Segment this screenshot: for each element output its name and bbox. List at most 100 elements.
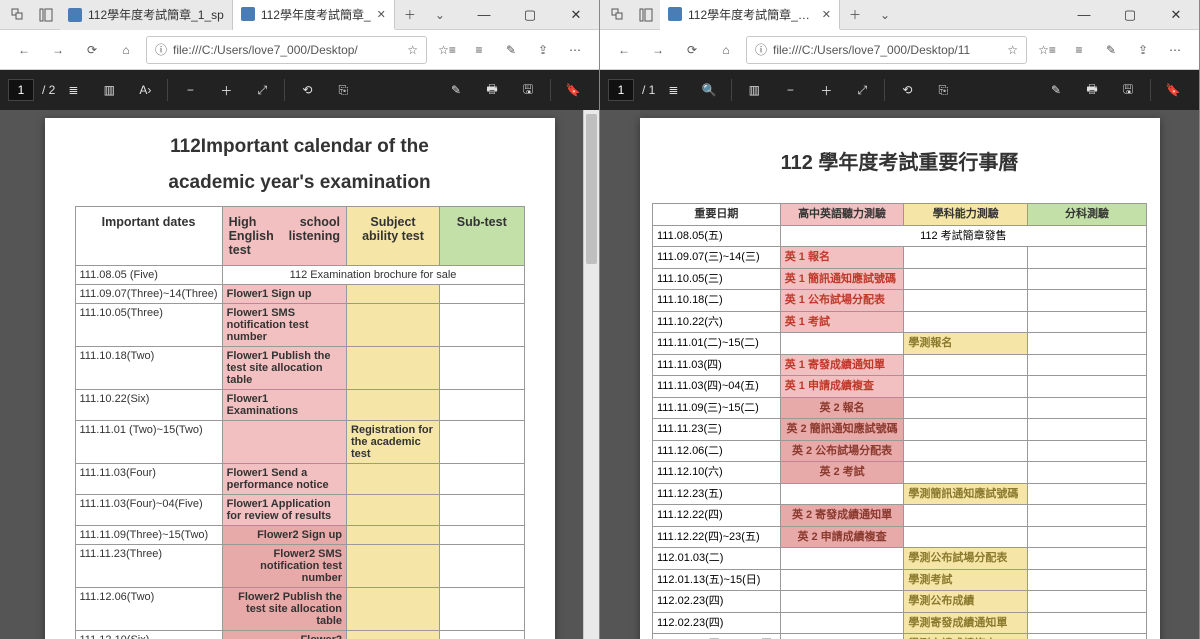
maximize-button[interactable]: ▢ — [1107, 0, 1153, 30]
address-field[interactable]: ⓘ file:///C:/Users/love7_000/Desktop/11 … — [746, 36, 1027, 64]
page-view-icon[interactable]: ⎘ — [325, 72, 361, 108]
reading-list-icon[interactable]: ≡ — [465, 36, 493, 64]
scrollbar[interactable] — [583, 110, 599, 639]
set-aside-icon[interactable] — [632, 1, 660, 29]
back-button[interactable]: ← — [10, 36, 38, 64]
set-aside-icon[interactable] — [32, 1, 60, 29]
fit-page-icon[interactable]: ⤢ — [844, 72, 880, 108]
more-icon[interactable]: ⋯ — [561, 36, 589, 64]
bookmark-icon[interactable]: 🔖 — [555, 72, 591, 108]
th-subtest: Sub-test — [439, 207, 524, 266]
rotate-icon[interactable]: ⟲ — [289, 72, 325, 108]
table-row: 111.11.09(三)~15(二)英 2 報名 — [653, 397, 1147, 419]
th-date: Important dates — [75, 207, 222, 266]
new-tab-button[interactable]: ＋ — [395, 0, 425, 30]
refresh-button[interactable]: ⟳ — [78, 36, 106, 64]
titlebar: 112學年度考試簡章_2_s ✕ ＋ ⌄ — ▢ ✕ — [600, 0, 1199, 30]
notes-icon[interactable]: ✎ — [497, 36, 525, 64]
layout-icon[interactable]: ▥ — [736, 72, 772, 108]
close-tab-icon[interactable]: ✕ — [377, 8, 386, 21]
favorite-icon[interactable]: ☆ — [1007, 43, 1018, 57]
forward-button[interactable]: → — [44, 36, 72, 64]
notes-tool-icon[interactable]: ✎ — [1038, 72, 1074, 108]
reading-list-icon[interactable]: ≡ — [1065, 36, 1093, 64]
minimize-button[interactable]: — — [461, 0, 507, 30]
table-row: 111.08.05(五)112 考試簡章發售 — [653, 225, 1147, 247]
tab-active[interactable]: 112學年度考試簡章_2_s ✕ — [660, 0, 840, 30]
toc-icon[interactable]: ≣ — [655, 72, 691, 108]
tab-inactive[interactable]: 112學年度考試簡章_1_sp — [60, 0, 233, 30]
table-row: 111.12.22(四)英 2 寄發成績通知單 — [653, 505, 1147, 527]
favicon-icon — [668, 7, 682, 21]
address-bar: ← → ⟳ ⌂ ⓘ file:///C:/Users/love7_000/Des… — [600, 30, 1199, 70]
fit-page-icon[interactable]: ⤢ — [244, 72, 280, 108]
th-subtest: 分科測驗 — [1028, 204, 1147, 226]
table-row: 111.08.05 (Five) 112 Examination brochur… — [75, 266, 524, 285]
zoom-out-icon[interactable]: − — [772, 72, 808, 108]
refresh-button[interactable]: ⟳ — [678, 36, 706, 64]
zoom-in-icon[interactable]: ＋ — [808, 72, 844, 108]
close-window-button[interactable]: ✕ — [553, 0, 599, 30]
more-icon[interactable]: ⋯ — [1161, 36, 1189, 64]
table-row: 111.11.03(四)~04(五)英 1 申請成績複查 — [653, 376, 1147, 398]
back-button[interactable]: ← — [610, 36, 638, 64]
window-left: 112學年度考試簡章_1_sp 112學年度考試簡章_ ✕ ＋ ⌄ — ▢ ✕ … — [0, 0, 600, 639]
table-row: 111.11.03(Four)Flower1 Send a performanc… — [75, 464, 524, 495]
save-icon[interactable]: 🖫 — [510, 72, 546, 108]
tabs-overview-icon[interactable] — [604, 1, 632, 29]
favorites-icon[interactable]: ☆≡ — [433, 36, 461, 64]
read-aloud-icon[interactable]: A› — [127, 72, 163, 108]
zoom-in-icon[interactable]: ＋ — [208, 72, 244, 108]
favorite-icon[interactable]: ☆ — [407, 43, 418, 57]
print-icon[interactable]: 🖶 — [474, 72, 510, 108]
tabs-chevron-icon[interactable]: ⌄ — [870, 0, 900, 30]
tabs-overview-icon[interactable] — [4, 1, 32, 29]
tabs-chevron-icon[interactable]: ⌄ — [425, 0, 455, 30]
home-button[interactable]: ⌂ — [712, 36, 740, 64]
table-row: 112.02.23(四)學測寄發成績通知單 — [653, 612, 1147, 634]
notes-tool-icon[interactable]: ✎ — [438, 72, 474, 108]
new-tab-button[interactable]: ＋ — [840, 0, 870, 30]
table-row: 111.11.23(三)英 2 簡訊通知應試號碼 — [653, 419, 1147, 441]
page-number-input[interactable]: 1 — [8, 79, 34, 101]
toc-icon[interactable]: ≣ — [55, 72, 91, 108]
page-total: / 2 — [42, 83, 55, 97]
notes-icon[interactable]: ✎ — [1097, 36, 1125, 64]
rotate-icon[interactable]: ⟲ — [889, 72, 925, 108]
tab-active[interactable]: 112學年度考試簡章_ ✕ — [233, 0, 395, 30]
table-row: 111.09.07(三)~14(三)英 1 報名 — [653, 247, 1147, 269]
table-row: 111.11.23(Three)Flower2 SMS notification… — [75, 545, 524, 588]
info-icon: ⓘ — [155, 41, 167, 58]
pdf-viewer[interactable]: 112 學年度考試重要行事曆 重要日期 高中英語聽力測驗 學科能力測驗 分科測驗… — [600, 110, 1199, 639]
layout-icon[interactable]: ▥ — [91, 72, 127, 108]
pdf-page: 112 學年度考試重要行事曆 重要日期 高中英語聽力測驗 學科能力測驗 分科測驗… — [640, 118, 1160, 639]
close-tab-icon[interactable]: ✕ — [822, 8, 831, 21]
bookmark-icon[interactable]: 🔖 — [1155, 72, 1191, 108]
print-icon[interactable]: 🖶 — [1074, 72, 1110, 108]
window-right: 112學年度考試簡章_2_s ✕ ＋ ⌄ — ▢ ✕ ← → ⟳ ⌂ ⓘ fil… — [600, 0, 1200, 639]
th-listening: High school English listening test — [222, 207, 346, 266]
pdf-toolbar: 1 / 2 ≣ ▥ A› − ＋ ⤢ ⟲ ⎘ ✎ 🖶 🖫 🔖 — [0, 70, 599, 110]
zoom-out-icon[interactable]: − — [172, 72, 208, 108]
page-view-icon[interactable]: ⎘ — [925, 72, 961, 108]
scrollbar-thumb[interactable] — [586, 114, 597, 264]
share-icon[interactable]: ⇪ — [1129, 36, 1157, 64]
search-icon[interactable]: 🔍 — [691, 72, 727, 108]
home-button[interactable]: ⌂ — [112, 36, 140, 64]
titlebar: 112學年度考試簡章_1_sp 112學年度考試簡章_ ✕ ＋ ⌄ — ▢ ✕ — [0, 0, 599, 30]
minimize-button[interactable]: — — [1061, 0, 1107, 30]
tab-label: 112學年度考試簡章_1_sp — [88, 6, 224, 23]
maximize-button[interactable]: ▢ — [507, 0, 553, 30]
pdf-viewer[interactable]: 112Important calendar of the academic ye… — [0, 110, 599, 639]
table-row: 112.02.23(四)學測公布成績 — [653, 591, 1147, 613]
share-icon[interactable]: ⇪ — [529, 36, 557, 64]
info-icon: ⓘ — [755, 41, 767, 58]
save-icon[interactable]: 🖫 — [1110, 72, 1146, 108]
page-number-input[interactable]: 1 — [608, 79, 634, 101]
favorites-icon[interactable]: ☆≡ — [1033, 36, 1061, 64]
table-row: 111.09.07(Three)~14(Three)Flower1 Sign u… — [75, 285, 524, 304]
forward-button[interactable]: → — [644, 36, 672, 64]
address-field[interactable]: ⓘ file:///C:/Users/love7_000/Desktop/ ☆ — [146, 36, 427, 64]
close-window-button[interactable]: ✕ — [1153, 0, 1199, 30]
page-total: / 1 — [642, 83, 655, 97]
